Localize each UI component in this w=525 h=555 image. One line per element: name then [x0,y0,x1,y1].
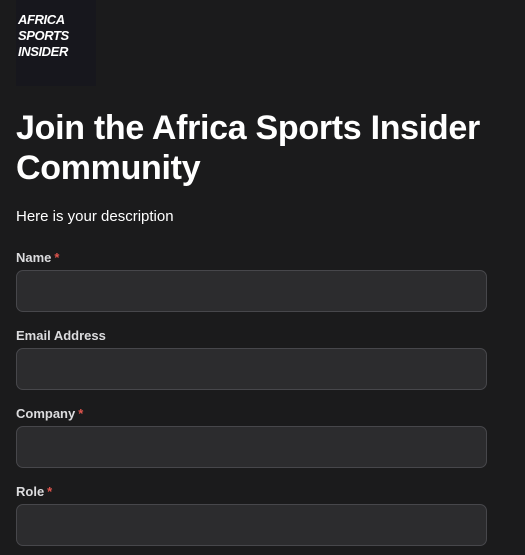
company-input[interactable] [16,426,487,468]
form-description: Here is your description [16,208,174,225]
role-input[interactable] [16,504,487,546]
required-indicator: * [54,250,60,265]
role-label-text: Role [16,484,45,499]
logo-line-2: SPORTS [18,28,69,43]
form-title: Join the Africa Sports Insider Community [16,109,480,187]
role-field-group: Role * [16,484,487,546]
name-label: Name * [16,250,487,266]
company-label-text: Company [16,406,76,421]
email-label: Email Address [16,328,487,344]
email-input[interactable] [16,348,487,390]
required-indicator: * [47,484,53,499]
role-label: Role * [16,484,487,500]
name-label-text: Name [16,250,52,265]
email-field-group: Email Address [16,328,487,390]
required-indicator: * [78,406,84,421]
name-field-group: Name * [16,250,487,312]
company-field-group: Company * [16,406,487,468]
name-input[interactable] [16,270,487,312]
logo-line-1: AFRICA [18,12,65,27]
brand-logo: AFRICA SPORTS INSIDER [16,0,96,86]
logo-line-3: INSIDER [18,44,68,59]
email-label-text: Email Address [16,328,106,343]
signup-page: AFRICA SPORTS INSIDER Join the Africa Sp… [0,0,525,555]
company-label: Company * [16,406,487,422]
